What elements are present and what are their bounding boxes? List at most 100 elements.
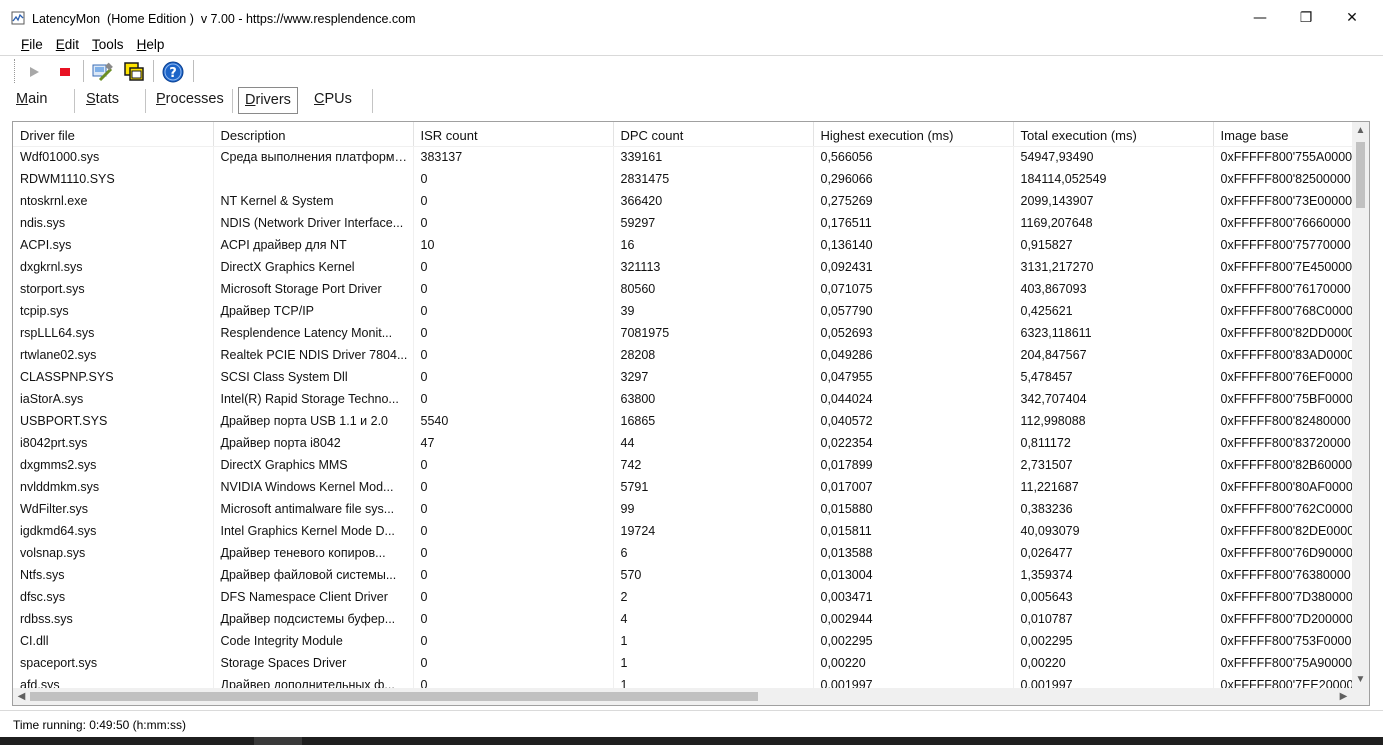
table-row[interactable]: spaceport.sys Storage Spaces Driver 0 1 0,00… — [13, 652, 1352, 674]
table-row[interactable]: dxgmms2.sys DirectX Graphics MMS 0 742 0,017… — [13, 454, 1352, 476]
table-row[interactable]: ntoskrnl.exe NT Kernel & System 0 366420 0,2… — [13, 190, 1352, 212]
table-row[interactable]: rspLLL64.sys Resplendence Latency Monit..… — [13, 322, 1352, 344]
start-button[interactable] — [21, 59, 47, 85]
table-row[interactable]: USBPORT.SYS Драйвер порта USB 1.1 и 2.0 55… — [13, 410, 1352, 432]
scroll-left-icon[interactable]: ◀ — [13, 688, 30, 705]
cell-isr-count: 0 — [413, 454, 614, 476]
maximize-button[interactable]: ❐ — [1283, 0, 1329, 36]
menu-tools[interactable]: Tools — [85, 37, 130, 52]
table-row[interactable]: afd.sys Драйвер дополнительных ф... 0 1 0,00… — [13, 674, 1352, 688]
cell-total-execution: 403,867093 — [1013, 278, 1214, 300]
cell-dpc-count: 99 — [613, 498, 814, 520]
column-header-total-execution[interactable]: Total execution (ms) — [1013, 122, 1214, 147]
table-row[interactable]: storport.sys Microsoft Storage Port Drive… — [13, 278, 1352, 300]
help-button[interactable]: ? — [160, 59, 186, 85]
column-header-image-base[interactable]: Image base — [1213, 122, 1352, 147]
window-title: LatencyMon (Home Edition ) v 7.00 - http… — [32, 12, 416, 26]
tab-drivers[interactable]: Drivers — [238, 87, 298, 114]
cell-description: ACPI драйвер для NT — [213, 234, 414, 256]
cell-image-base: 0xFFFFF800'7E450000 — [1213, 256, 1352, 278]
scroll-up-icon[interactable]: ▲ — [1352, 122, 1369, 139]
cell-highest-execution: 0,296066 — [813, 168, 1014, 190]
table-row[interactable]: dxgkrnl.sys DirectX Graphics Kernel 0 32111… — [13, 256, 1352, 278]
cell-total-execution: 0,425621 — [1013, 300, 1214, 322]
vertical-scroll-thumb[interactable] — [1356, 142, 1365, 208]
table-row[interactable]: ACPI.sys ACPI драйвер для NT 10 16 0,136140 0… — [13, 234, 1352, 256]
table-row[interactable]: dfsc.sys DFS Namespace Client Driver 0 2 0,0… — [13, 586, 1352, 608]
menu-help[interactable]: Help — [130, 37, 171, 52]
column-header-description[interactable]: Description — [213, 122, 414, 147]
table-row[interactable]: rdbss.sys Драйвер подсистемы буфер... 0 4 0,… — [13, 608, 1352, 630]
stop-button[interactable] — [52, 59, 78, 85]
cell-dpc-count: 80560 — [613, 278, 814, 300]
cell-total-execution: 40,093079 — [1013, 520, 1214, 542]
cell-driver-file: dfsc.sys — [13, 586, 214, 608]
cell-driver-file: spaceport.sys — [13, 652, 214, 674]
cell-dpc-count: 3297 — [613, 366, 814, 388]
cell-description: Intel Graphics Kernel Mode D... — [213, 520, 414, 542]
copy-windows-button[interactable] — [121, 59, 147, 85]
scroll-down-icon[interactable]: ▼ — [1352, 671, 1369, 688]
table-row[interactable]: ndis.sys NDIS (Network Driver Interface..… — [13, 212, 1352, 234]
table-row[interactable]: rtwlane02.sys Realtek PCIE NDIS Driver 78… — [13, 344, 1352, 366]
horizontal-scrollbar[interactable]: ◀ ▶ — [13, 688, 1352, 705]
cell-driver-file: volsnap.sys — [13, 542, 214, 564]
cell-description: Intel(R) Rapid Storage Techno... — [213, 388, 414, 410]
cell-image-base: 0xFFFFF800'76D90000 — [1213, 542, 1352, 564]
cell-driver-file: USBPORT.SYS — [13, 410, 214, 432]
cell-description: Драйвер порта i8042 — [213, 432, 414, 454]
horizontal-scroll-thumb[interactable] — [30, 692, 758, 701]
cell-image-base: 0xFFFFF800'75A90000 — [1213, 652, 1352, 674]
tab-separator — [145, 89, 146, 113]
tab-strip: Main Stats Processes Drivers CPUs — [0, 86, 1383, 114]
cell-total-execution: 0,002295 — [1013, 630, 1214, 652]
table-row[interactable]: iaStorA.sys Intel(R) Rapid Storage Techno… — [13, 388, 1352, 410]
table-row[interactable]: igdkmd64.sys Intel Graphics Kernel Mode D… — [13, 520, 1352, 542]
table-row[interactable]: WdFilter.sys Microsoft antimalware file s… — [13, 498, 1352, 520]
menu-edit[interactable]: Edit — [49, 37, 85, 52]
tab-main[interactable]: Main — [16, 86, 47, 114]
table-row[interactable]: i8042prt.sys Драйвер порта i8042 47 44 0,022… — [13, 432, 1352, 454]
table-row[interactable]: CI.dll Code Integrity Module 0 1 0,002295 0,0… — [13, 630, 1352, 652]
cell-highest-execution: 0,275269 — [813, 190, 1014, 212]
cell-image-base: 0xFFFFF800'768C0000 — [1213, 300, 1352, 322]
minimize-button[interactable]: — — [1237, 0, 1283, 36]
cell-driver-file: ntoskrnl.exe — [13, 190, 214, 212]
table-row[interactable]: volsnap.sys Драйвер теневого копиров... 0 6… — [13, 542, 1352, 564]
tab-stats[interactable]: Stats — [86, 86, 119, 114]
cell-highest-execution: 0,176511 — [813, 212, 1014, 234]
table-row[interactable]: Ntfs.sys Драйвер файловой системы... 0 570 0… — [13, 564, 1352, 586]
cell-description: Resplendence Latency Monit... — [213, 322, 414, 344]
copy-windows-icon — [124, 62, 144, 81]
table-row[interactable]: Wdf01000.sys Среда выполнения платформы..… — [13, 146, 1352, 168]
table-row[interactable]: tcpip.sys Драйвер TCP/IP 0 39 0,057790 0,4256… — [13, 300, 1352, 322]
cell-isr-count: 0 — [413, 520, 614, 542]
column-header-isr-count[interactable]: ISR count — [413, 122, 614, 147]
taskbar-item[interactable] — [254, 737, 302, 745]
cell-driver-file: ndis.sys — [13, 212, 214, 234]
cell-dpc-count: 742 — [613, 454, 814, 476]
drivers-tool-button[interactable] — [89, 59, 115, 85]
column-header-highest-execution[interactable]: Highest execution (ms) — [813, 122, 1014, 147]
vertical-scrollbar[interactable]: ▲ ▼ — [1352, 122, 1369, 688]
menu-file[interactable]: File — [14, 37, 49, 52]
cell-total-execution: 0,811172 — [1013, 432, 1214, 454]
tab-cpus[interactable]: CPUs — [314, 86, 352, 114]
cell-total-execution: 184114,052549 — [1013, 168, 1214, 190]
cell-description: DFS Namespace Client Driver — [213, 586, 414, 608]
table-row[interactable]: RDWM1110.SYS 0 2831475 0,296066 184114,05254… — [13, 168, 1352, 190]
toolbar-grip[interactable] — [14, 59, 16, 83]
cell-highest-execution: 0,013588 — [813, 542, 1014, 564]
table-row[interactable]: CLASSPNP.SYS SCSI Class System Dll 0 3297 0,… — [13, 366, 1352, 388]
tab-separator — [372, 89, 373, 113]
table-row[interactable]: nvlddmkm.sys NVIDIA Windows Kernel Mod...… — [13, 476, 1352, 498]
cell-description: Microsoft Storage Port Driver — [213, 278, 414, 300]
column-header-driver-file[interactable]: Driver file — [13, 122, 214, 147]
cell-total-execution: 0,010787 — [1013, 608, 1214, 630]
cell-dpc-count: 2 — [613, 586, 814, 608]
cell-description: Microsoft antimalware file sys... — [213, 498, 414, 520]
close-button[interactable]: ✕ — [1329, 0, 1375, 36]
tab-processes[interactable]: Processes — [156, 86, 224, 114]
column-header-dpc-count[interactable]: DPC count — [613, 122, 814, 147]
scroll-right-icon[interactable]: ▶ — [1335, 688, 1352, 705]
